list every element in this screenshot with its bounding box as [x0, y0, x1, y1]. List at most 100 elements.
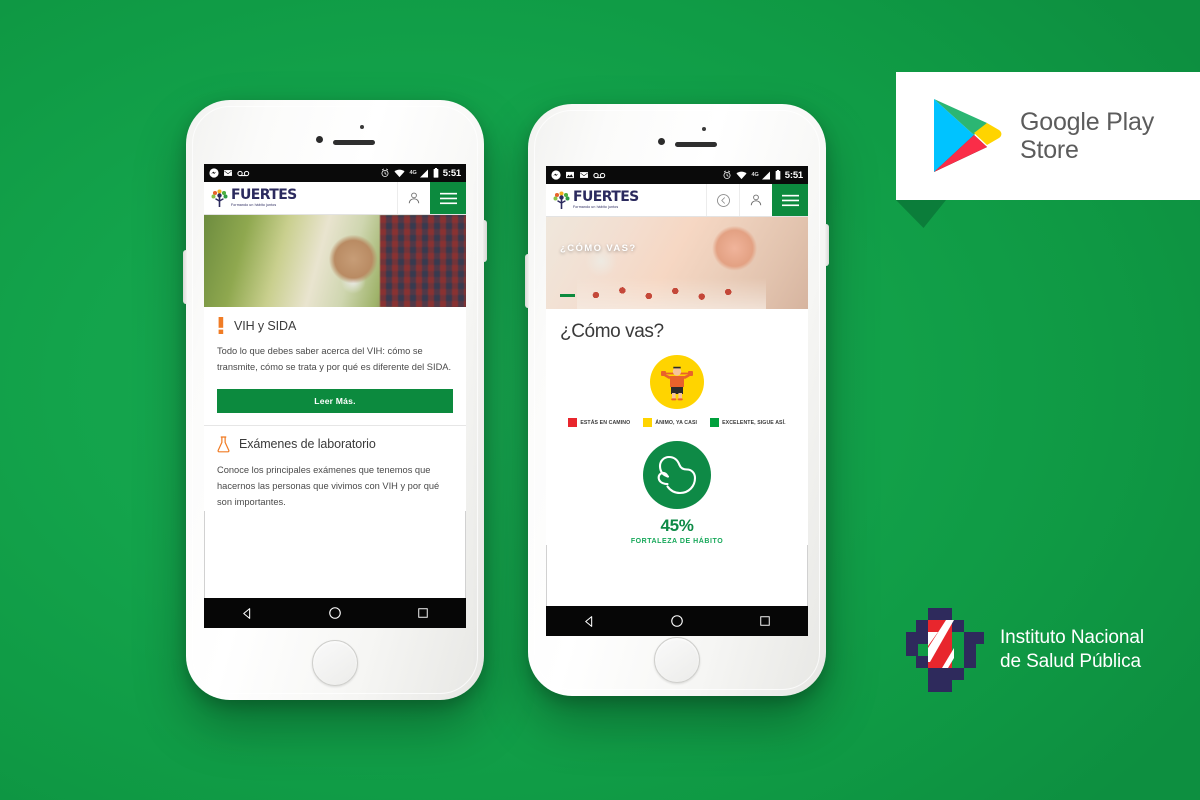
hero-overlay-title: ¿CÓMO VAS?: [560, 243, 637, 254]
battery-icon: [433, 168, 439, 178]
gmail-icon: [580, 172, 588, 178]
alarm-icon: [381, 168, 389, 177]
weightlifter-person-icon: [661, 366, 693, 401]
google-play-triangle-icon: [934, 99, 1002, 172]
phone2-status-bar: 4G 5:51: [546, 166, 808, 184]
strength-percent: 45%: [660, 516, 694, 535]
card-title-text: VIH y SIDA: [234, 318, 297, 333]
back-triangle-icon[interactable]: [583, 615, 596, 628]
legend-item: EXCELENTE, SIGUE ASÍ.: [710, 418, 786, 427]
card-body-text: Todo lo que debes saber acerca del VIH: …: [217, 346, 452, 372]
legend-swatch-red: [568, 418, 578, 427]
phone1-screen: 4G 5:51 FUERTES Formando un hábito junto…: [204, 164, 466, 628]
voicemail-icon: [593, 172, 606, 178]
user-account-button[interactable]: [397, 182, 430, 214]
brand-logo[interactable]: FUERTES Formando un hábito juntos: [546, 184, 706, 216]
hamburger-menu-icon: [781, 194, 799, 206]
home-button[interactable]: [654, 637, 700, 683]
leer-mas-button[interactable]: Leer Más.: [217, 388, 453, 413]
tree-people-icon: [553, 190, 570, 209]
strength-label: FORTALEZA DE HÁBITO: [630, 538, 724, 545]
proximity-sensor-icon: [360, 125, 364, 129]
exclamation-mark-icon: [218, 317, 224, 334]
wifi-icon: [394, 169, 405, 177]
brand-name: FUERTES: [573, 189, 639, 206]
google-play-store-badge[interactable]: Google Play Store: [896, 72, 1200, 200]
phone-mockup-right: 4G 5:51 FUERTES Formando un hábito junto…: [525, 104, 829, 696]
network-type-label: 4G: [409, 170, 417, 176]
phone2-screen: 4G 5:51 FUERTES Formando un hábito junto…: [546, 166, 808, 636]
flexed-bicep-icon: [657, 455, 697, 495]
legend-swatch-yellow: [643, 418, 653, 427]
recents-square-icon[interactable]: [759, 615, 771, 627]
phone-mockup-left: 4G 5:51 FUERTES Formando un hábito junto…: [183, 100, 487, 700]
hamburger-menu-button[interactable]: [772, 184, 808, 216]
legend-swatch-green: [710, 418, 720, 427]
earpiece-speaker: [333, 140, 375, 145]
proximity-sensor-icon: [702, 127, 706, 131]
back-triangle-icon[interactable]: [241, 607, 254, 620]
status-time: 5:51: [442, 167, 461, 179]
photos-icon: [566, 171, 574, 179]
user-account-button[interactable]: [739, 184, 772, 216]
back-circle-icon: [716, 193, 730, 207]
home-button[interactable]: [312, 640, 358, 686]
card-examenes-laboratorio: Exámenes de laboratorio Conoce los princ…: [204, 426, 466, 511]
messenger-icon: [209, 168, 219, 178]
user-account-icon: [750, 194, 762, 206]
phone2-hero-image: ¿CÓMO VAS?: [546, 217, 808, 309]
brand-name: FUERTES: [231, 187, 297, 204]
mood-circle: [650, 355, 704, 409]
legend-label: EXCELENTE, SIGUE ASÍ.: [722, 419, 786, 426]
phone2-app-bar: FUERTES Formando un hábito juntos: [546, 184, 808, 217]
recents-square-icon[interactable]: [417, 607, 429, 619]
google-play-line1: Google Play: [1020, 108, 1154, 136]
messenger-icon: [551, 170, 561, 180]
back-button[interactable]: [706, 184, 739, 216]
hamburger-menu-button[interactable]: [430, 182, 466, 214]
legend-item: ÁNIMO, YA CASI: [643, 418, 697, 427]
tree-people-icon: [211, 188, 228, 207]
phone1-hero-image: [204, 215, 466, 307]
habit-strength-widget: 45% FORTALEZA DE HÁBITO: [546, 441, 808, 545]
card-vih-sida: VIH y SIDA Todo lo que debes saber acerc…: [204, 307, 466, 426]
brand-logo[interactable]: FUERTES Formando un hábito juntos: [204, 182, 397, 214]
status-time: 5:51: [784, 169, 803, 181]
google-play-line2: Store: [1020, 136, 1079, 164]
front-camera-icon: [658, 138, 665, 145]
phone1-content: VIH y SIDA Todo lo que debes saber acerc…: [204, 307, 466, 511]
earpiece-speaker: [675, 142, 717, 147]
signal-icon: [761, 171, 770, 179]
signal-icon: [419, 169, 428, 177]
front-camera-icon: [316, 136, 323, 143]
home-circle-icon[interactable]: [328, 606, 342, 620]
legend-label: ÁNIMO, YA CASI: [655, 419, 698, 426]
network-type-label: 4G: [751, 172, 759, 178]
insp-logo: Instituto Nacional de Salud Pública: [906, 608, 1144, 692]
card-title-text: Exámenes de laboratorio: [239, 437, 376, 452]
insp-line1: Instituto Nacional: [1000, 627, 1144, 649]
phone1-app-bar: FUERTES Formando un hábito juntos: [204, 182, 466, 215]
card-body-text: Conoce los principales exámenes que tene…: [217, 464, 440, 507]
brand-tagline: Formando un hábito juntos: [573, 204, 619, 209]
laboratory-flask-icon: [217, 436, 230, 453]
phone2-content: ¿Cómo vas? ESTÁS EN CAMINO ÁNIMO, YA CAS…: [546, 309, 808, 545]
gmail-icon: [224, 170, 232, 176]
hero-accent-dash: [560, 293, 575, 297]
mood-legend: ESTÁS EN CAMINO ÁNIMO, YA CASI EXCELENTE…: [546, 418, 808, 427]
phone1-status-bar: 4G 5:51: [204, 164, 466, 182]
strength-circle: [643, 441, 711, 509]
phone1-android-navbar: [204, 598, 466, 628]
alarm-icon: [723, 170, 731, 179]
hamburger-menu-icon: [439, 192, 457, 204]
voicemail-icon: [237, 170, 250, 176]
page-title: ¿Cómo vas?: [560, 321, 664, 342]
legend-item: ESTÁS EN CAMINO: [568, 418, 630, 427]
user-account-icon: [408, 192, 420, 204]
phone2-android-navbar: [546, 606, 808, 636]
legend-label: ESTÁS EN CAMINO: [580, 419, 631, 426]
brand-tagline: Formando un hábito juntos: [231, 202, 277, 207]
home-circle-icon[interactable]: [670, 614, 684, 628]
wifi-icon: [736, 171, 747, 179]
mood-indicator: [546, 355, 808, 409]
